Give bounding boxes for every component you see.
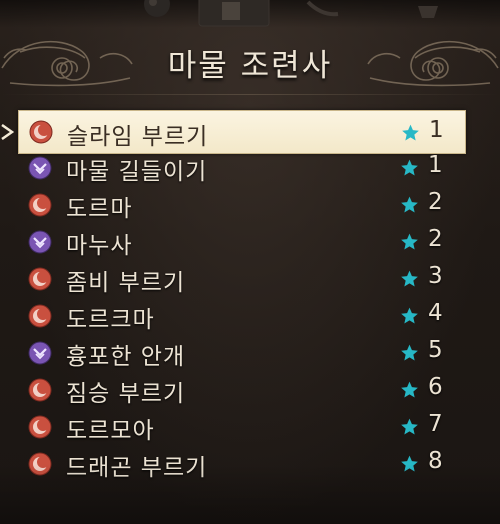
red-crescent-icon — [28, 267, 52, 291]
star-icon — [401, 344, 418, 361]
skill-level: 5 — [428, 337, 443, 363]
red-crescent-icon — [28, 304, 52, 328]
skill-name: 마누사 — [66, 233, 133, 259]
skill-name: 흉포한 안개 — [66, 344, 186, 370]
skill-level: 3 — [428, 263, 443, 289]
star-icon — [401, 196, 418, 213]
purple-chevron-icon — [28, 156, 52, 180]
skill-name: 짐승 부르기 — [66, 381, 186, 407]
star-icon — [402, 124, 419, 141]
skill-level: 7 — [428, 411, 443, 437]
red-crescent-icon — [28, 378, 52, 402]
title-bar: 마물 조련사 — [0, 28, 500, 98]
skill-row[interactable]: 마물 길들이기 1 — [18, 147, 466, 189]
star-icon — [401, 418, 418, 435]
bottom-shade — [0, 464, 500, 524]
skill-level: 6 — [428, 374, 443, 400]
red-crescent-icon — [29, 120, 53, 144]
skill-level: 1 — [429, 117, 444, 143]
skill-panel: 마물 조련사 슬라임 부르기 1 마물 길들이기 1 도르마 2 마누사 2 좀… — [0, 0, 500, 524]
skill-name: 슬라임 부르기 — [67, 124, 209, 150]
skill-row[interactable]: 도르마 2 — [18, 184, 466, 226]
menu-icons-strip — [144, 0, 438, 27]
horn-icon — [306, 0, 339, 17]
skill-level: 2 — [428, 189, 443, 215]
skill-name: 좀비 부르기 — [66, 270, 186, 296]
skill-row[interactable]: 짐승 부르기 6 — [18, 369, 466, 411]
star-icon — [401, 381, 418, 398]
star-icon — [401, 233, 418, 250]
star-icon — [401, 270, 418, 287]
star-icon — [401, 307, 418, 324]
red-crescent-icon — [28, 415, 52, 439]
orb-icon — [144, 0, 170, 17]
red-crescent-icon — [28, 193, 52, 217]
skill-row[interactable]: 마누사 2 — [18, 221, 466, 263]
skill-row[interactable]: 도르모아 7 — [18, 406, 466, 448]
cup-icon — [418, 6, 438, 18]
skill-level: 1 — [428, 152, 443, 178]
skill-row[interactable]: 좀비 부르기 3 — [18, 258, 466, 300]
skill-level: 2 — [428, 226, 443, 252]
skill-name: 도르모아 — [66, 418, 155, 444]
star-icon — [401, 159, 418, 176]
skill-row[interactable]: 흉포한 안개 5 — [18, 332, 466, 374]
skill-name: 도르크마 — [66, 307, 155, 333]
skill-level: 4 — [428, 300, 443, 326]
skill-row[interactable]: 도르크마 4 — [18, 295, 466, 337]
bag-icon — [198, 0, 270, 27]
purple-chevron-icon — [28, 230, 52, 254]
skill-name: 마물 길들이기 — [66, 159, 208, 185]
title-divider — [0, 94, 500, 95]
selection-cursor-icon — [1, 124, 14, 140]
flourish-right-icon — [367, 40, 499, 87]
skill-name: 도르마 — [66, 196, 133, 222]
purple-chevron-icon — [28, 341, 52, 365]
